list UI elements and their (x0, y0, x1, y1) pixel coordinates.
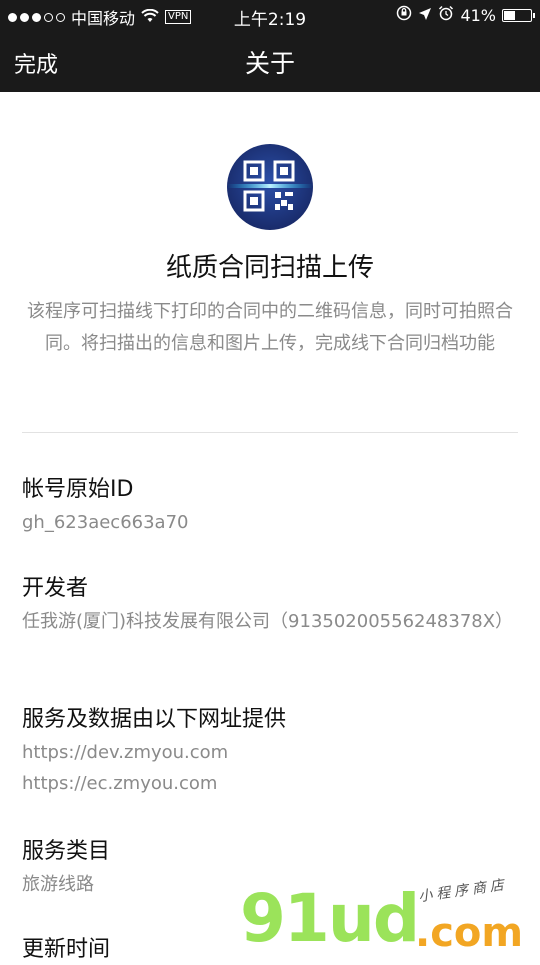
service-url-item: https://dev.zmyou.com (22, 742, 229, 763)
status-bar: 中国移动 VPN 上午2:19 41% (0, 0, 540, 30)
developer-label: 开发者 (22, 576, 89, 601)
status-right: 41% (396, 5, 535, 25)
category-label: 服务类目 (22, 839, 111, 864)
page-title: 关于 (244, 49, 295, 78)
update-time-section: 更新时间 (22, 935, 520, 965)
category-section: 服务类目 旅游线路 (22, 837, 520, 900)
navigation-bar: 完成 关于 (0, 30, 540, 92)
service-urls-label: 服务及数据由以下网址提供 (22, 707, 287, 732)
service-urls-section: 服务及数据由以下网址提供 https://dev.zmyou.com https… (22, 705, 520, 799)
battery-percent: 41% (460, 5, 496, 25)
alarm-icon (438, 5, 454, 25)
app-name: 纸质合同扫描上传 (165, 253, 374, 283)
location-arrow-icon (418, 6, 432, 25)
developer-section: 开发者 任我游(厦门)科技发展有限公司（91350200556248378X） (22, 574, 520, 637)
update-time-label: 更新时间 (22, 937, 111, 962)
app-logo-qr-scan-icon (227, 144, 313, 230)
battery-icon (502, 8, 535, 22)
account-id-label: 帐号原始ID (22, 477, 134, 502)
service-url-item: https://ec.zmyou.com (22, 773, 218, 794)
account-id-section: 帐号原始ID gh_623aec663a70 (22, 475, 520, 538)
divider (22, 432, 518, 433)
orientation-lock-icon (396, 5, 412, 25)
category-value: 旅游线路 (22, 874, 94, 895)
account-id-value: gh_623aec663a70 (22, 512, 189, 533)
about-content[interactable]: 纸质合同扫描上传 该程序可扫描线下打印的合同中的二维码信息，同时可拍照合同。将扫… (0, 92, 540, 962)
developer-value: 任我游(厦门)科技发展有限公司（91350200556248378X） (22, 611, 514, 632)
app-description: 该程序可扫描线下打印的合同中的二维码信息，同时可拍照合同。将扫描出的信息和图片上… (27, 301, 513, 354)
